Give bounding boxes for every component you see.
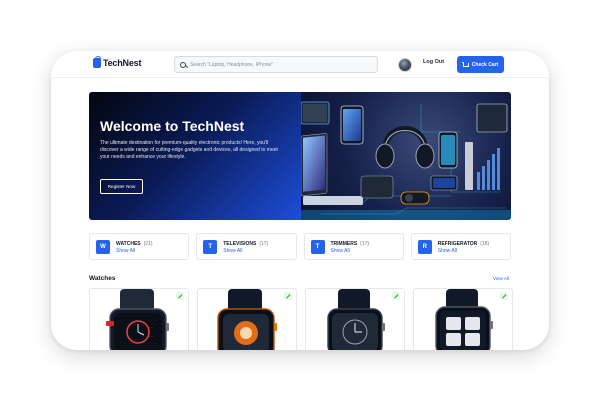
product-grid xyxy=(89,288,513,350)
hero-text-panel: Welcome to TechNest The ultimate destina… xyxy=(89,92,301,220)
edit-icon[interactable] xyxy=(500,292,508,300)
hero-banner: Welcome to TechNest The ultimate destina… xyxy=(89,92,511,220)
edit-icon[interactable] xyxy=(284,292,292,300)
section-title: Watches xyxy=(89,275,116,282)
edit-icon[interactable] xyxy=(176,292,184,300)
product-card[interactable] xyxy=(305,288,405,350)
category-badge: T xyxy=(203,240,218,254)
search-bar[interactable] xyxy=(174,56,378,73)
category-count: (16) xyxy=(480,241,490,247)
top-header: TechNest Log Out Check Cart xyxy=(51,51,549,78)
category-badge: R xyxy=(417,240,432,254)
category-card-watches[interactable]: W WATCHES (21) Show All xyxy=(89,233,190,260)
check-cart-button[interactable]: Check Cart xyxy=(457,56,504,73)
hero-description: The ultimate destination for premium-qua… xyxy=(100,140,278,160)
avatar[interactable] xyxy=(398,58,412,72)
category-name-text: REFRIGERATOR xyxy=(437,241,478,247)
hero-title: Welcome to TechNest xyxy=(100,118,245,134)
show-all-link[interactable]: Show All xyxy=(331,248,350,254)
show-all-link[interactable]: Show All xyxy=(438,248,457,254)
category-card-televisions[interactable]: T TELEVISIONS (17) Show All xyxy=(196,233,297,260)
show-all-link[interactable]: Show All xyxy=(116,248,135,254)
app-window: TechNest Log Out Check Cart Welcome to T… xyxy=(51,51,549,350)
category-name: TELEVISIONS (17) xyxy=(223,241,268,247)
smartwatch-gold-image xyxy=(217,289,277,350)
category-name: REFRIGERATOR (16) xyxy=(438,241,489,247)
logout-button[interactable]: Log Out xyxy=(423,59,444,65)
category-count: (17) xyxy=(360,241,370,247)
logo-text: TechNest xyxy=(103,58,142,68)
category-name: WATCHES (21) xyxy=(116,241,153,247)
smartwatch-black-image xyxy=(327,289,385,350)
show-all-link[interactable]: Show All xyxy=(223,248,242,254)
gadgets-illustration xyxy=(301,101,511,220)
category-card-trimmers[interactable]: T TRIMMERS (17) Show All xyxy=(303,233,404,260)
check-cart-label: Check Cart xyxy=(471,61,499,68)
product-card[interactable] xyxy=(413,288,513,350)
shopping-bag-icon xyxy=(93,56,101,68)
category-badge: T xyxy=(310,240,325,254)
category-count: (21) xyxy=(143,241,153,247)
logo[interactable]: TechNest xyxy=(93,56,142,68)
category-name: TRIMMERS (17) xyxy=(331,241,370,247)
edit-icon[interactable] xyxy=(392,292,400,300)
search-icon xyxy=(180,61,186,68)
product-card[interactable] xyxy=(89,288,189,350)
category-name-text: TELEVISIONS xyxy=(223,241,257,247)
view-all-link[interactable]: View All xyxy=(493,276,509,281)
smartwatch-digital-image xyxy=(435,289,493,350)
cart-icon xyxy=(461,61,469,67)
product-card[interactable] xyxy=(197,288,297,350)
search-input[interactable] xyxy=(190,61,370,68)
smartwatch-red-image xyxy=(106,289,169,350)
category-card-refrigerator[interactable]: R REFRIGERATOR (16) Show All xyxy=(410,233,511,260)
category-badge: W xyxy=(96,240,110,254)
register-now-button[interactable]: Register Now xyxy=(100,179,143,194)
category-list: W WATCHES (21) Show All T TELEVISIONS (17)… xyxy=(89,233,511,260)
hero-gadgets-image xyxy=(301,92,511,220)
category-name-text: TRIMMERS xyxy=(330,241,358,247)
category-name-text: WATCHES xyxy=(116,241,141,247)
category-count: (17) xyxy=(259,241,269,247)
